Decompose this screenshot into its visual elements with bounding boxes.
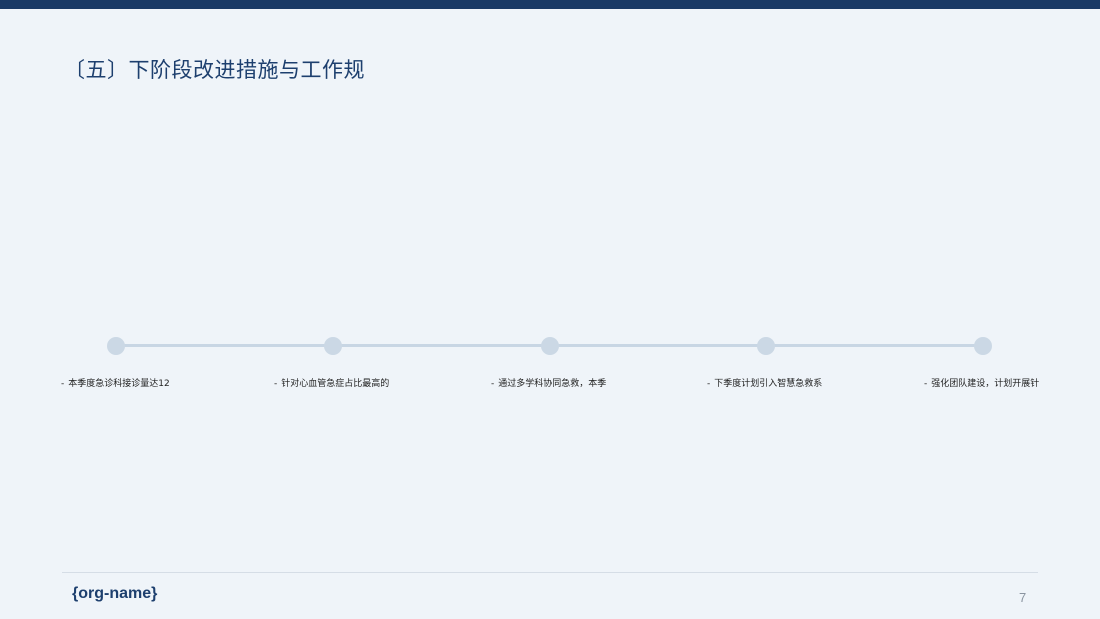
timeline-label-2: - 针对心血管急症占比最高的 [274, 376, 389, 389]
timeline-label-1: - 本季度急诊科接诊量达12 [61, 376, 170, 389]
timeline-text: 本季度急诊科接诊量达12 [68, 379, 170, 389]
bullet-dash: - [707, 379, 711, 389]
timeline-node-4 [757, 337, 775, 355]
timeline-label-5: - 强化团队建设，计划开展针 [924, 376, 1039, 389]
timeline-node-1 [107, 337, 125, 355]
bullet-dash: - [61, 379, 65, 389]
timeline-node-2 [324, 337, 342, 355]
timeline-text: 针对心血管急症占比最高的 [281, 379, 390, 389]
org-name: {org-name} [72, 585, 158, 602]
bullet-dash: - [274, 379, 278, 389]
timeline-text: 通过多学科协同急救，本季 [498, 379, 607, 389]
timeline-text: 强化团队建设，计划开展针 [931, 379, 1040, 389]
timeline-label-3: - 通过多学科协同急救，本季 [491, 376, 606, 389]
timeline-text: 下季度计划引入智慧急救系 [714, 379, 823, 389]
timeline: - 本季度急诊科接诊量达12 - 针对心血管急症占比最高的 - 通过多学科协同急救，本… [0, 0, 1100, 619]
timeline-node-3 [541, 337, 559, 355]
bullet-dash: - [491, 379, 495, 389]
page-number: 7 [1019, 590, 1027, 605]
timeline-label-4: - 下季度计划引入智慧急救系 [707, 376, 822, 389]
footer-divider [62, 572, 1038, 573]
timeline-node-5 [974, 337, 992, 355]
bullet-dash: - [924, 379, 928, 389]
